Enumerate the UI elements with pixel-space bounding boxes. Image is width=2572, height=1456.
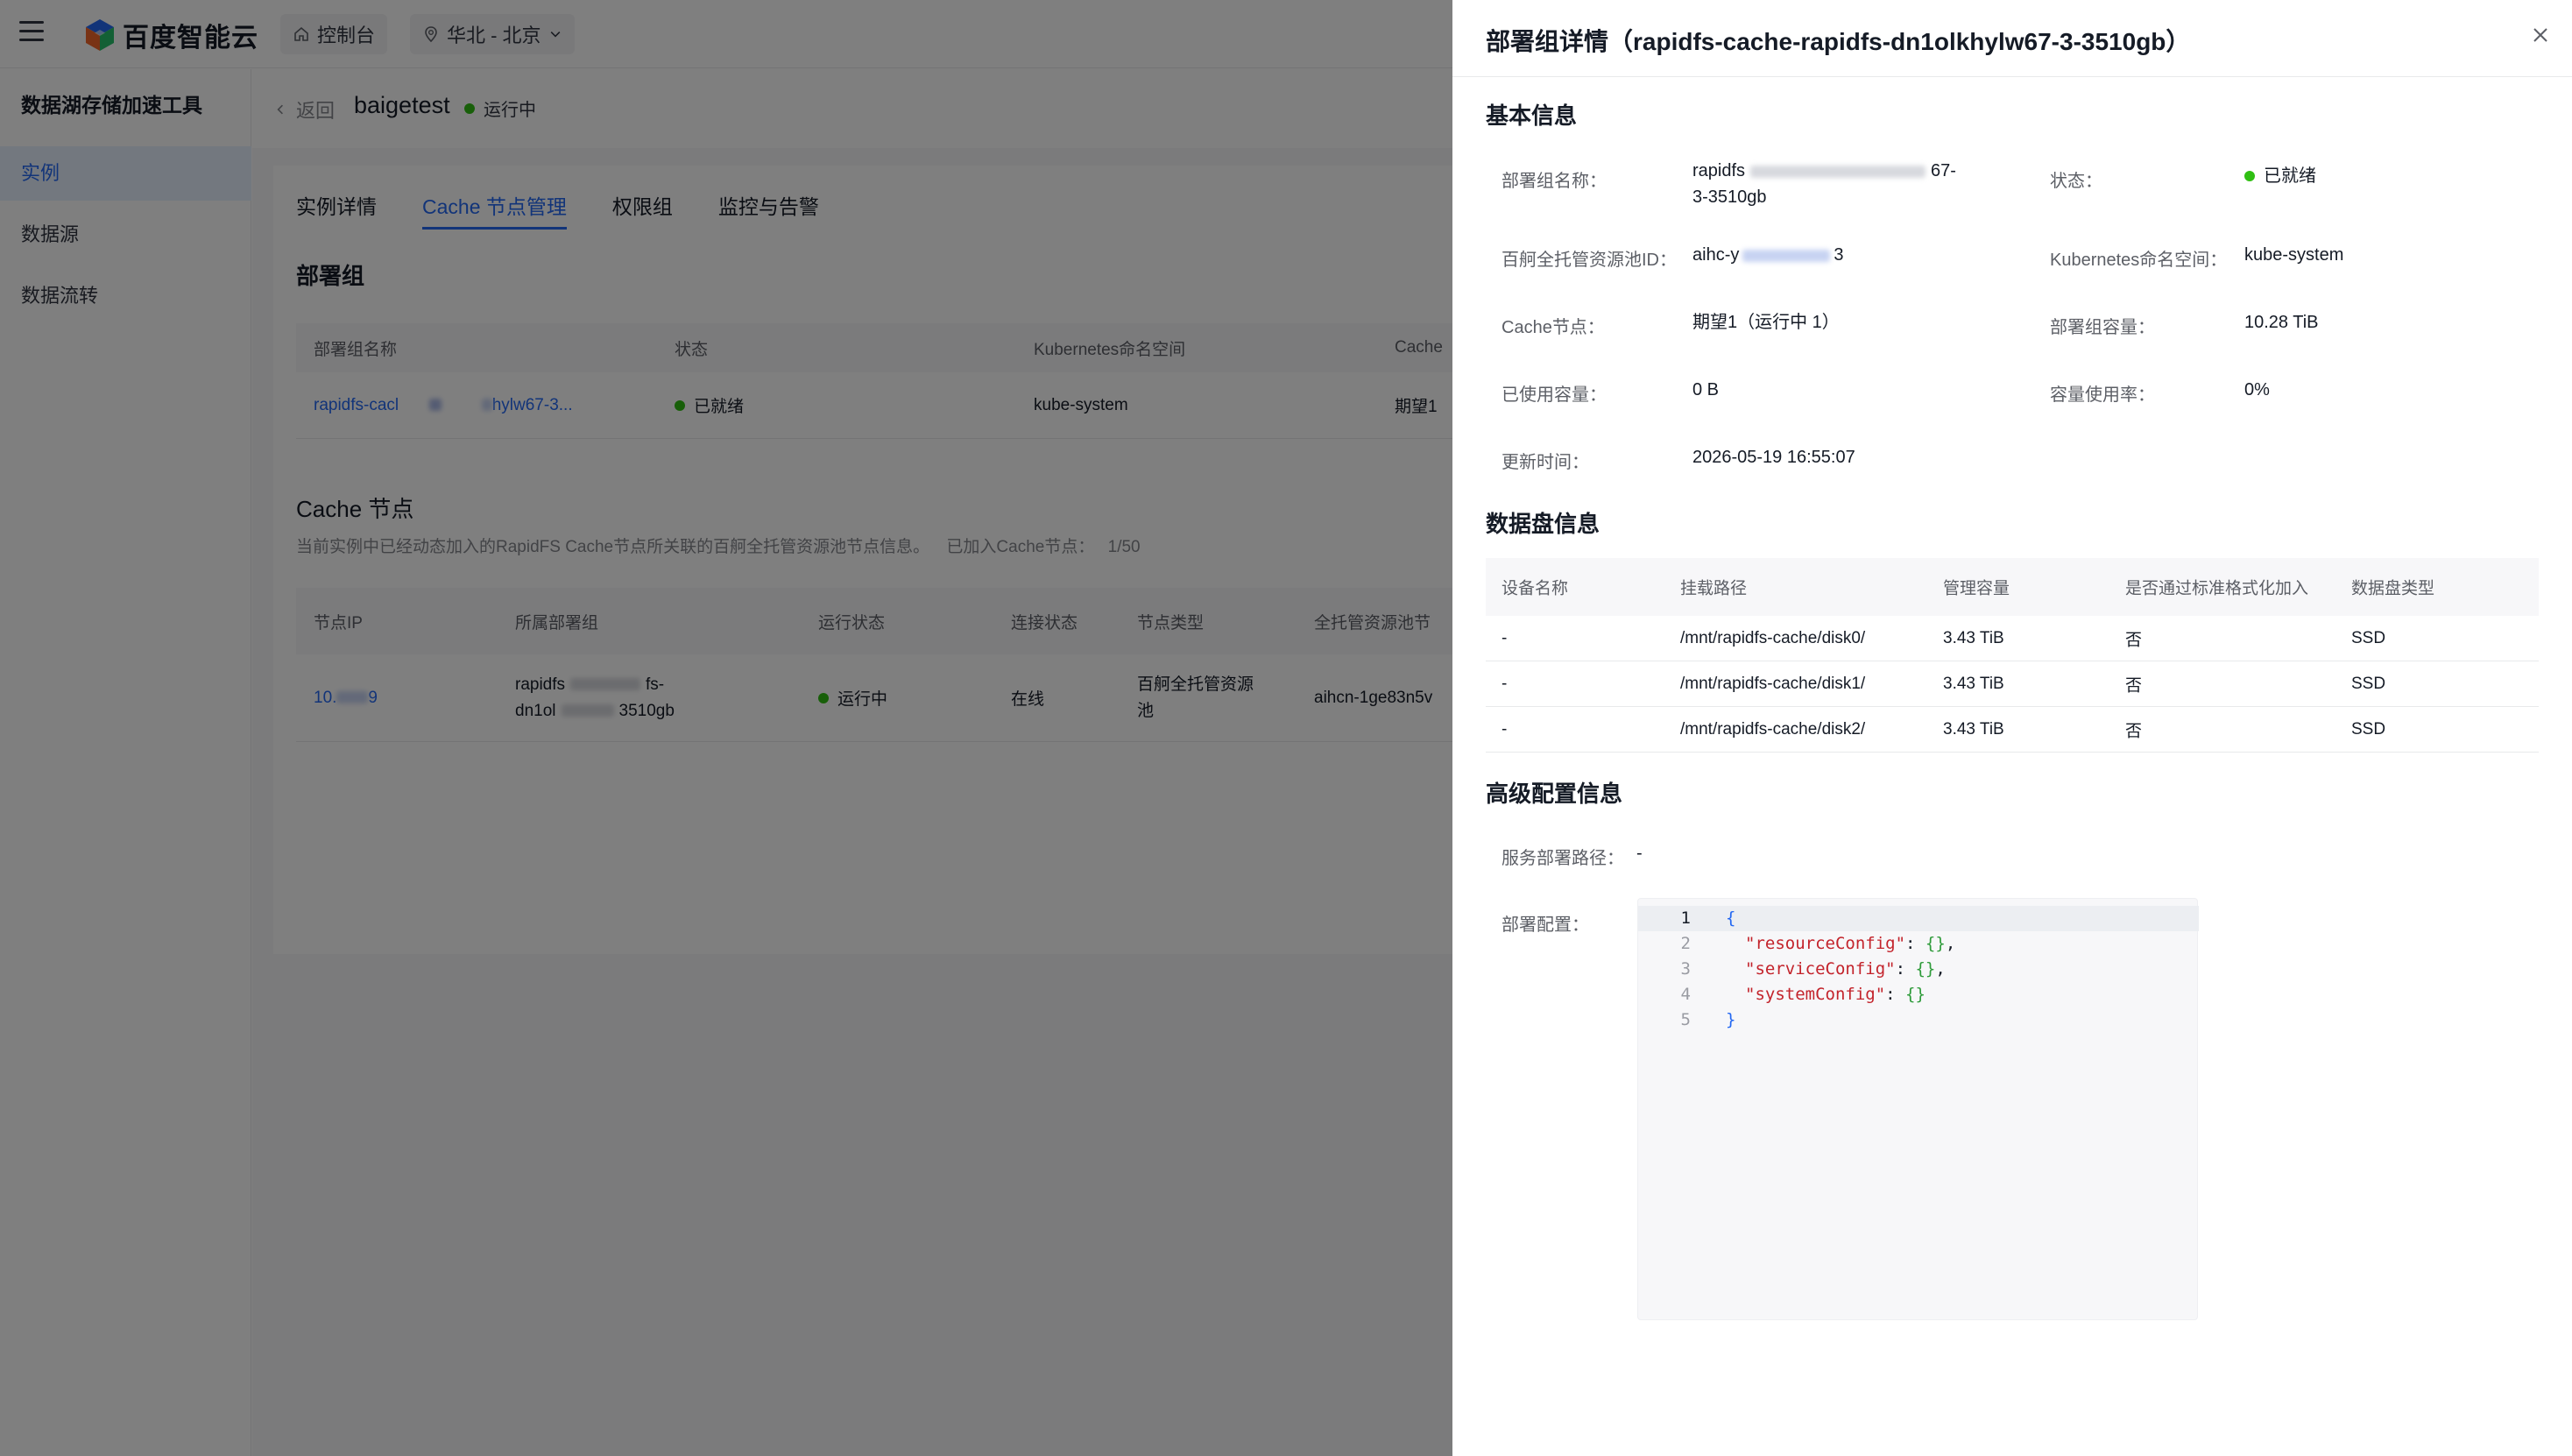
column-header: 设备名称: [1502, 579, 1569, 598]
line-number: 1: [1680, 908, 1691, 928]
service-path-label: 服务部署路径：: [1502, 849, 1624, 868]
usage-rate-label: 容量使用率：: [2050, 385, 2155, 405]
formatted-cell: 否: [2125, 631, 2143, 649]
namespace-label: Kubernetes命名空间：: [2050, 251, 2228, 270]
column-header: 数据盘类型: [2351, 579, 2435, 598]
disk-info-title: 数据盘信息: [1486, 511, 1600, 537]
disk-table: 设备名称 挂载路径 管理容量 是否通过标准格式化加入 数据盘类型 - /mnt/…: [1486, 558, 2539, 753]
basic-info-title: 基本信息: [1486, 102, 1578, 129]
code-line: 2 "resourceConfig": {},: [1638, 931, 2199, 957]
table-row: - /mnt/rapidfs-cache/disk2/ 3.43 TiB 否 S…: [1486, 707, 2539, 753]
redacted-text: [1742, 249, 1831, 262]
name-value-line2: 3-3510gb: [1692, 187, 1767, 207]
cache-node-label: Cache节点：: [1502, 318, 1605, 337]
capacity-cell: 3.43 TiB: [1943, 674, 2004, 693]
deploy-group-name-label: 部署组名称：: [1502, 172, 1607, 191]
code-text: }: [1726, 1010, 1736, 1029]
drawer-title: 部署组详情（rapidfs-cache-rapidfs-dn1olkhylw67…: [1486, 28, 2191, 55]
capacity-label: 部署组容量：: [2050, 318, 2155, 337]
pool-id-start: aihc-y: [1692, 245, 1740, 265]
advanced-config-title: 高级配置信息: [1486, 781, 1623, 807]
used-capacity-value: 0 B: [1692, 380, 1720, 399]
code-text: "systemConfig": {}: [1745, 985, 1925, 1004]
pool-id-label: 百舸全托管资源池ID：: [1502, 251, 1677, 270]
name-value-start: rapidfs: [1692, 161, 1746, 180]
disk-type-cell: SSD: [2351, 674, 2386, 693]
line-number: 3: [1680, 959, 1691, 979]
redacted-text: [1750, 165, 1926, 178]
status-value: 已就绪: [2244, 163, 2316, 189]
status-label: 状态：: [2050, 172, 2102, 191]
mount-path-cell: /mnt/rapidfs-cache/disk1/: [1680, 674, 1866, 693]
code-value: {}: [1905, 985, 1925, 1004]
code-value: {}: [1915, 959, 1936, 979]
capacity-cell: 3.43 TiB: [1943, 628, 2004, 647]
capacity-value: 10.28 TiB: [2244, 313, 2319, 332]
capacity-cell: 3.43 TiB: [1943, 719, 2004, 739]
usage-rate-value: 0%: [2244, 380, 2270, 399]
device-cell: -: [1502, 674, 1508, 693]
code-line: 1 {: [1638, 906, 2199, 931]
code-key: "serviceConfig": [1745, 959, 1896, 979]
code-text: {: [1726, 908, 1736, 928]
mount-path-cell: /mnt/rapidfs-cache/disk0/: [1680, 628, 1866, 647]
disk-type-cell: SSD: [2351, 628, 2386, 647]
table-row: - /mnt/rapidfs-cache/disk0/ 3.43 TiB 否 S…: [1486, 616, 2539, 661]
pool-id-end: 3: [1834, 245, 1844, 265]
code-text: "serviceConfig": {},: [1745, 959, 1946, 979]
table-header: 设备名称 挂载路径 管理容量 是否通过标准格式化加入 数据盘类型: [1486, 558, 2539, 616]
code-line: 3 "serviceConfig": {},: [1638, 957, 2199, 982]
status-dot-icon: [2244, 171, 2255, 181]
cache-node-value: 期望1（运行中 1）: [1692, 313, 1840, 332]
column-header: 是否通过标准格式化加入: [2125, 579, 2309, 598]
namespace-value: kube-system: [2244, 245, 2344, 265]
mount-path-cell: /mnt/rapidfs-cache/disk2/: [1680, 719, 1866, 739]
line-number: 5: [1680, 1010, 1691, 1029]
deploy-config-code-editor[interactable]: 1 { 2 "resourceConfig": {}, 3 "serviceCo…: [1637, 898, 2199, 1320]
line-number: 2: [1680, 934, 1691, 953]
formatted-cell: 否: [2125, 722, 2143, 740]
column-header: 挂载路径: [1680, 579, 1748, 598]
code-line: 5 }: [1638, 1007, 2199, 1033]
drawer-header: 部署组详情（rapidfs-cache-rapidfs-dn1olkhylw67…: [1452, 0, 2572, 77]
device-cell: -: [1502, 719, 1508, 739]
table-row: - /mnt/rapidfs-cache/disk1/ 3.43 TiB 否 S…: [1486, 661, 2539, 707]
formatted-cell: 否: [2125, 676, 2143, 695]
deploy-config-label: 部署配置：: [1502, 915, 1589, 935]
name-value-end: 67-: [1931, 161, 1956, 180]
code-text: "resourceConfig": {},: [1745, 934, 1956, 953]
updated-time-value: 2026-05-19 16:55:07: [1692, 448, 1855, 467]
code-key: "resourceConfig": [1745, 934, 1906, 953]
pool-id-link[interactable]: aihc-y 3: [1692, 242, 1843, 268]
updated-time-label: 更新时间：: [1502, 453, 1589, 472]
used-capacity-label: 已使用容量：: [1502, 385, 1607, 405]
status-text: 已就绪: [2264, 166, 2316, 186]
deploy-group-name-value: rapidfs 67- 3-3510gb: [1692, 158, 1956, 210]
disk-type-cell: SSD: [2351, 719, 2386, 739]
code-value: {}: [1925, 934, 1946, 953]
code-key: "systemConfig": [1745, 985, 1886, 1004]
service-path-value: -: [1636, 844, 1643, 863]
line-number: 4: [1680, 985, 1691, 1004]
close-icon[interactable]: [2530, 25, 2551, 46]
column-header: 管理容量: [1943, 579, 2010, 598]
device-cell: -: [1502, 628, 1508, 647]
code-line: 4 "systemConfig": {}: [1638, 982, 2199, 1007]
